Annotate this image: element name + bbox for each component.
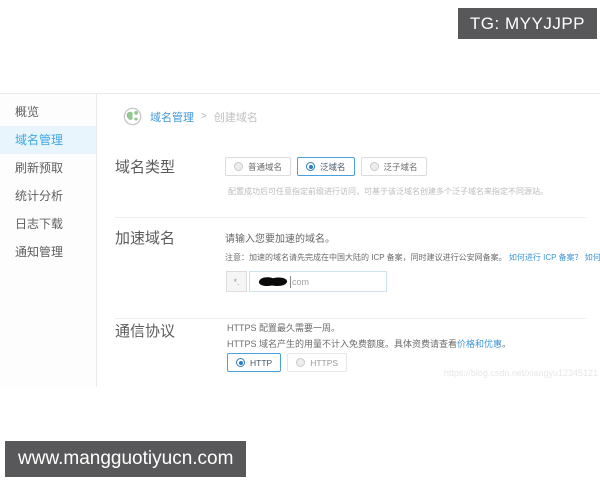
text-caret [290,275,291,288]
radio-label: 泛子域名 [383,161,418,172]
police-filing-link[interactable]: 如何进行公安网 [585,253,600,262]
radio-option-https[interactable]: HTTPS [287,353,348,372]
wildcard-prefix-box: *. [226,271,247,292]
radio-option-normal-domain[interactable]: 普通域名 [225,157,292,176]
radio-selected-icon [236,358,245,367]
breadcrumb: 域名管理 > 创建域名 [123,107,258,126]
faint-watermark: https://blog.csdn.net/xiangyu12345121 [443,368,598,378]
sidebar: 概览 域名管理 刷新预取 统计分析 日志下载 通知管理 [0,94,97,387]
accel-domain-notice: 注意：加速的域名请先完成在中国大陆的 ICP 备案，同时建议进行公安网备案。 如… [225,252,600,263]
radio-label: HTTPS [310,357,339,368]
https-duration-text: HTTPS 配置最久需要一周。 [227,323,341,333]
sidebar-item-refresh-prefetch[interactable]: 刷新预取 [0,154,96,182]
sidebar-item-log-download[interactable]: 日志下载 [0,210,96,238]
radio-icon [296,358,306,367]
redacted-domain-scribble [258,277,288,287]
globe-icon [123,107,142,126]
radio-selected-icon [306,162,316,171]
pricing-link[interactable]: 价格和优惠 [457,339,502,349]
protocol-options: HTTP HTTPS [227,353,353,372]
breadcrumb-domain-management[interactable]: 域名管理 [150,109,194,125]
section-divider [115,217,586,218]
notice-text: 注意：加速的域名请先完成在中国大陆的 ICP 备案，同时建议进行公安网备案。 [225,253,507,262]
icp-filing-link[interactable]: 如何进行 ICP 备案？ [509,253,583,262]
console-panel: 概览 域名管理 刷新预取 统计分析 日志下载 通知管理 域名管理 > 创建域名 … [0,93,600,387]
domain-type-help-text: 配置成功后可任意指定前缀进行访问，可基于该泛域名创建多个泛子域名来指定不同源站。 [228,187,548,196]
sidebar-item-overview[interactable]: 概览 [0,98,96,126]
radio-option-wildcard-subdomain[interactable]: 泛子域名 [360,157,427,176]
breadcrumb-separator: > [201,111,207,122]
section-divider [115,318,586,319]
content-area: 域名管理 > 创建域名 域名类型 普通域名 泛域名 泛子域名 配置成功后可任意指… [98,94,600,387]
accel-domain-hint: 请输入您要加速的域名。 [225,234,335,245]
https-billing-text: HTTPS 域名产生的用量不计入免费额度。具体资费请查看价格和优惠。 [227,337,511,350]
billing-text: HTTPS 域名产生的用量不计入免费额度。具体资费请查看 [227,339,458,349]
domain-input-row: *. com [226,271,387,292]
radio-option-wildcard-domain[interactable]: 泛域名 [297,157,355,176]
domain-suffix-text: com [292,276,310,287]
radio-icon [369,162,379,171]
sidebar-item-statistics[interactable]: 统计分析 [0,182,96,210]
page: TG: MYYJJPP www.mangguotiyucn.com 概览 域名管… [0,0,600,480]
radio-icon [234,162,243,171]
radio-option-http[interactable]: HTTP [227,353,282,372]
radio-label: HTTP [250,357,273,368]
tg-contact-badge: TG: MYYJJPP [457,8,597,39]
domain-input[interactable]: com [249,271,387,292]
accel-domain-label: 加速域名 [115,230,176,247]
billing-text-end: 。 [502,339,512,349]
protocol-label: 通信协议 [115,323,176,340]
domain-type-label: 域名类型 [115,159,176,176]
sidebar-item-domain-management[interactable]: 域名管理 [0,126,96,154]
breadcrumb-create-domain: 创建域名 [213,111,258,124]
radio-label: 泛域名 [320,161,346,172]
sidebar-item-notification[interactable]: 通知管理 [0,238,96,266]
domain-type-options: 普通域名 泛域名 泛子域名 [225,157,433,176]
radio-label: 普通域名 [248,161,283,172]
site-url-badge: www.mangguotiyucn.com [5,441,247,477]
